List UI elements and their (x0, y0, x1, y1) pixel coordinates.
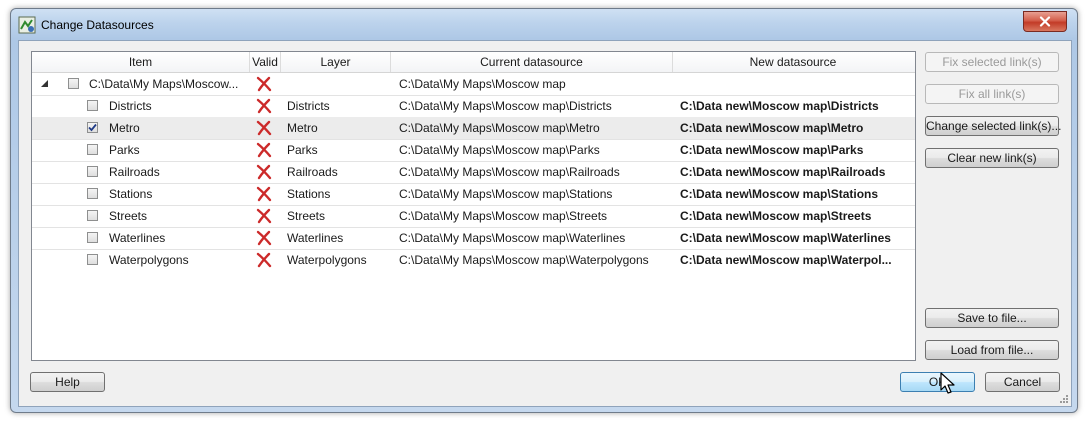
row-layer: Parks (287, 143, 318, 157)
row-item: Parks (109, 143, 140, 157)
app-icon (18, 16, 36, 34)
column-header-current-datasource[interactable]: Current datasource (391, 52, 673, 72)
row-new-datasource: C:\Data new\Moscow map\Stations (680, 187, 879, 201)
row-checkbox[interactable] (87, 144, 98, 155)
row-new-datasource: C:\Data new\Moscow map\Districts (680, 99, 879, 113)
table-row[interactable]: Railroads Railroads C:\Data\My Maps\Mosc… (32, 161, 915, 184)
row-checkbox[interactable] (87, 254, 98, 265)
row-current-datasource: C:\Data\My Maps\Moscow map\Railroads (399, 165, 620, 179)
row-item: Waterlines (109, 231, 166, 245)
row-new-datasource: C:\Data new\Moscow map\Metro (680, 121, 864, 135)
invalid-x-icon (256, 142, 272, 158)
invalid-x-icon (256, 164, 272, 180)
column-header-item[interactable]: Item (32, 52, 250, 72)
row-checkbox[interactable] (87, 188, 98, 199)
grid-header: Item Valid Layer Current datasource New … (32, 52, 915, 73)
row-item: Districts (109, 99, 152, 113)
invalid-x-icon (256, 76, 272, 92)
row-layer: Streets (287, 209, 326, 223)
save-to-file-button[interactable]: Save to file... (925, 308, 1059, 328)
row-checkbox[interactable] (87, 210, 98, 221)
invalid-x-icon (256, 230, 272, 246)
row-layer: Districts (287, 99, 330, 113)
collapse-triangle-icon[interactable] (40, 79, 50, 89)
fix-selected-links-button[interactable]: Fix selected link(s) (925, 52, 1059, 72)
row-current-datasource: C:\Data\My Maps\Moscow map\Streets (399, 209, 608, 223)
ok-button[interactable]: OK (900, 372, 975, 392)
row-checkbox[interactable] (87, 166, 98, 177)
row-item: C:\Data\My Maps\Moscow... (89, 77, 239, 91)
row-layer: Stations (287, 187, 331, 201)
row-item: Stations (109, 187, 153, 201)
row-new-datasource: C:\Data new\Moscow map\Waterpol... (680, 253, 892, 267)
resize-grip-icon[interactable] (1059, 394, 1069, 404)
table-row[interactable]: Waterpolygons Waterpolygons C:\Data\My M… (32, 249, 915, 271)
column-header-valid[interactable]: Valid (250, 52, 281, 72)
row-current-datasource: C:\Data\My Maps\Moscow map\Districts (399, 99, 612, 113)
row-new-datasource: C:\Data new\Moscow map\Railroads (680, 165, 886, 179)
row-current-datasource: C:\Data\My Maps\Moscow map\Waterpolygons (399, 253, 649, 267)
cancel-button[interactable]: Cancel (985, 372, 1060, 392)
column-header-layer[interactable]: Layer (281, 52, 391, 72)
row-item: Streets (109, 209, 148, 223)
row-layer: Metro (287, 121, 318, 135)
invalid-x-icon (256, 98, 272, 114)
table-row[interactable]: Stations Stations C:\Data\My Maps\Moscow… (32, 183, 915, 206)
invalid-x-icon (256, 120, 272, 136)
checkmark-icon (88, 123, 97, 132)
table-row[interactable]: Districts Districts C:\Data\My Maps\Mosc… (32, 95, 915, 118)
change-datasources-window: Change Datasources Item Valid Layer Curr… (10, 8, 1078, 413)
table-row-selected[interactable]: Metro Metro C:\Data\My Maps\Moscow map\M… (32, 117, 915, 140)
row-layer: Waterlines (287, 231, 344, 245)
invalid-x-icon (256, 208, 272, 224)
table-row[interactable]: Streets Streets C:\Data\My Maps\Moscow m… (32, 205, 915, 228)
load-from-file-button[interactable]: Load from file... (925, 340, 1059, 360)
row-current-datasource: C:\Data\My Maps\Moscow map\Metro (399, 121, 600, 135)
datasource-grid[interactable]: Item Valid Layer Current datasource New … (31, 51, 916, 361)
row-item: Railroads (109, 165, 160, 179)
row-current-datasource: C:\Data\My Maps\Moscow map (399, 77, 566, 91)
table-row-root[interactable]: C:\Data\My Maps\Moscow... C:\Data\My Map… (32, 73, 915, 96)
row-new-datasource: C:\Data new\Moscow map\Waterlines (680, 231, 891, 245)
row-layer: Waterpolygons (287, 253, 367, 267)
dialog-client-area: Item Valid Layer Current datasource New … (18, 40, 1072, 407)
help-button[interactable]: Help (30, 372, 105, 392)
row-new-datasource: C:\Data new\Moscow map\Parks (680, 143, 864, 157)
row-checkbox-checked[interactable] (87, 122, 98, 133)
row-item: Metro (109, 121, 140, 135)
row-checkbox[interactable] (87, 232, 98, 243)
row-checkbox[interactable] (87, 100, 98, 111)
fix-all-links-button[interactable]: Fix all link(s) (925, 84, 1059, 104)
row-current-datasource: C:\Data\My Maps\Moscow map\Stations (399, 187, 613, 201)
column-header-new-datasource[interactable]: New datasource (673, 52, 913, 72)
title-bar[interactable]: Change Datasources (11, 9, 1077, 41)
window-title: Change Datasources (41, 18, 154, 32)
row-checkbox[interactable] (68, 78, 79, 89)
row-layer: Railroads (287, 165, 338, 179)
row-current-datasource: C:\Data\My Maps\Moscow map\Parks (399, 143, 600, 157)
close-icon (1039, 16, 1051, 27)
table-row[interactable]: Parks Parks C:\Data\My Maps\Moscow map\P… (32, 139, 915, 162)
row-current-datasource: C:\Data\My Maps\Moscow map\Waterlines (399, 231, 626, 245)
row-item: Waterpolygons (109, 253, 189, 267)
mouse-pointer-icon (940, 372, 955, 394)
invalid-x-icon (256, 186, 272, 202)
table-row[interactable]: Waterlines Waterlines C:\Data\My Maps\Mo… (32, 227, 915, 250)
row-new-datasource: C:\Data new\Moscow map\Streets (680, 209, 872, 223)
close-button[interactable] (1023, 11, 1067, 32)
clear-new-links-button[interactable]: Clear new link(s) (925, 148, 1059, 168)
invalid-x-icon (256, 252, 272, 268)
change-selected-links-button[interactable]: Change selected link(s)... (925, 116, 1061, 136)
